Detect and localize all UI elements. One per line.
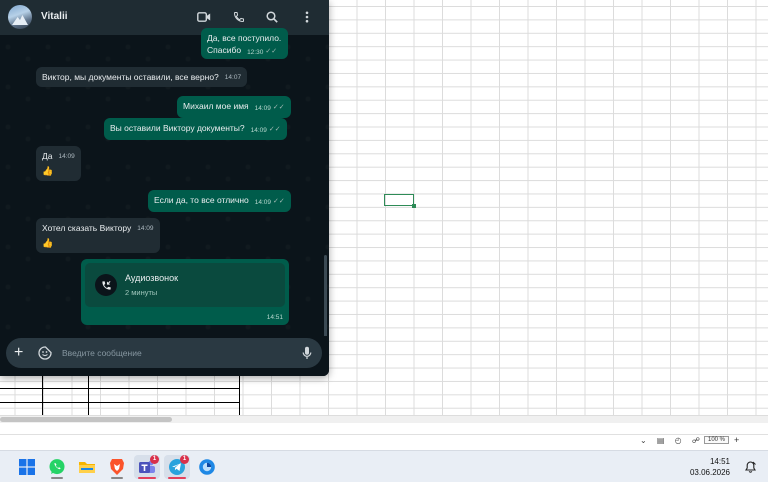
whatsapp-icon [49, 459, 65, 475]
call-card[interactable]: Аудиозвонок 2 минуты 14:51 [81, 259, 289, 325]
message-time: 14:51 [266, 314, 283, 321]
thumbs-up-reaction-icon[interactable]: 👍 [42, 237, 154, 249]
message-text: Хотел сказать Виктору [42, 223, 132, 233]
start-button[interactable] [14, 455, 40, 479]
message-time: 14:07 [224, 74, 242, 81]
clock-date: 03.06.2026 [689, 468, 730, 477]
taskbar-whatsapp[interactable] [44, 455, 70, 479]
message-bubble[interactable]: Михаил мое имя 14:09 ✓✓ [177, 96, 291, 118]
video-call-icon[interactable] [196, 9, 212, 25]
running-indicator [138, 477, 156, 479]
clock-time: 14:51 [709, 457, 730, 466]
call-duration: 2 минуты [125, 288, 158, 297]
windows-icon [19, 459, 35, 475]
call-info: Аудиозвонок 2 минуты [85, 263, 285, 307]
taskbar: 1 1 14:51 03.06.2026 [0, 450, 768, 482]
composer: + Введите сообщение [0, 336, 329, 376]
phone-incoming-icon [95, 274, 117, 296]
running-indicator [51, 477, 63, 479]
read-ticks-icon: ✓✓ [272, 104, 285, 111]
scrollbar-thumb[interactable] [0, 417, 172, 422]
fill-handle[interactable] [412, 204, 416, 208]
message-bubble[interactable]: Вы оставили Виктору документы? 14:09 ✓✓ [104, 118, 287, 140]
taskbar-teams[interactable]: 1 [134, 455, 160, 479]
taskbar-telegram[interactable]: 1 [164, 455, 190, 479]
thumbs-up-reaction-icon[interactable]: 👍 [42, 165, 75, 177]
menu-icon[interactable] [299, 9, 315, 25]
running-indicator [168, 477, 186, 479]
avatar[interactable] [8, 5, 32, 29]
desktop: ⌄ ▤ ◴ ☍ ⊞ − 100 % + Vitalii Да, все пост… [0, 0, 768, 482]
running-indicator [111, 477, 123, 479]
bordered-table [0, 374, 240, 417]
message-text: Вы оставили Виктору документы? [110, 123, 245, 133]
message-bubble[interactable]: Хотел сказать Виктору 14:09 👍 [36, 218, 160, 253]
folder-icon [79, 462, 95, 473]
globe-icon [199, 459, 215, 475]
notification-bell-icon[interactable] [745, 460, 756, 478]
read-ticks-icon: ✓✓ [268, 126, 281, 133]
read-ticks-icon: ✓✓ [265, 48, 278, 55]
taskbar-file-explorer[interactable] [74, 455, 100, 479]
message-text: Если да, то все отлично [154, 195, 249, 205]
sticker-icon[interactable] [38, 346, 52, 365]
horizontal-scrollbar[interactable] [0, 415, 768, 423]
notification-badge: 1 [150, 455, 159, 464]
message-input-placeholder[interactable]: Введите сообщение [62, 348, 142, 358]
microphone-icon[interactable] [302, 346, 312, 365]
read-ticks-icon: ✓✓ [273, 198, 285, 205]
message-time: 14:09 [250, 127, 267, 134]
contact-name[interactable]: Vitalii [41, 11, 68, 22]
call-title: Аудиозвонок [125, 273, 179, 283]
brave-icon [110, 459, 124, 475]
zoom-in-button[interactable]: + [734, 435, 739, 445]
zoom-select[interactable]: 100 % [704, 436, 730, 444]
message-bubble[interactable]: Виктор, мы документы оставили, все верно… [36, 67, 248, 87]
message-text: Виктор, мы документы оставили, все верно… [42, 72, 219, 82]
message-text: Да [42, 151, 53, 161]
voice-call-icon[interactable] [231, 9, 247, 25]
status-bar: ⌄ ▤ ◴ ☍ ⊞ − 100 % + [0, 434, 768, 448]
message-time: 14:09 [137, 225, 154, 232]
message-text: Михаил мое имя [183, 101, 249, 111]
taskbar-brave[interactable] [104, 455, 130, 479]
attach-plus-icon[interactable]: + [14, 345, 23, 361]
search-icon[interactable] [264, 9, 280, 25]
message-time: 14:09 [58, 153, 75, 160]
zoom-out-button[interactable]: − [694, 435, 699, 445]
message-bubble[interactable]: Если да, то все отлично 14:09 ✓✓ [148, 190, 291, 212]
message-bubble[interactable]: Да, все поступило. Спасибо 12:30 ✓✓ [201, 28, 288, 59]
message-time: 12:30 [247, 49, 264, 56]
message-input-box[interactable]: + Введите сообщение [6, 338, 322, 368]
notification-badge: 1 [180, 455, 189, 464]
message-time: 14:09 [254, 199, 272, 206]
system-clock[interactable]: 14:51 03.06.2026 [690, 456, 730, 478]
message-time: 14:09 [254, 105, 271, 112]
selected-cell[interactable] [384, 194, 416, 208]
message-bubble[interactable]: Да 14:09 👍 [36, 146, 81, 181]
whatsapp-window: Vitalii Да, все поступило. Спасибо 12:30 ✓… [0, 0, 329, 376]
taskbar-browser[interactable] [194, 455, 220, 479]
